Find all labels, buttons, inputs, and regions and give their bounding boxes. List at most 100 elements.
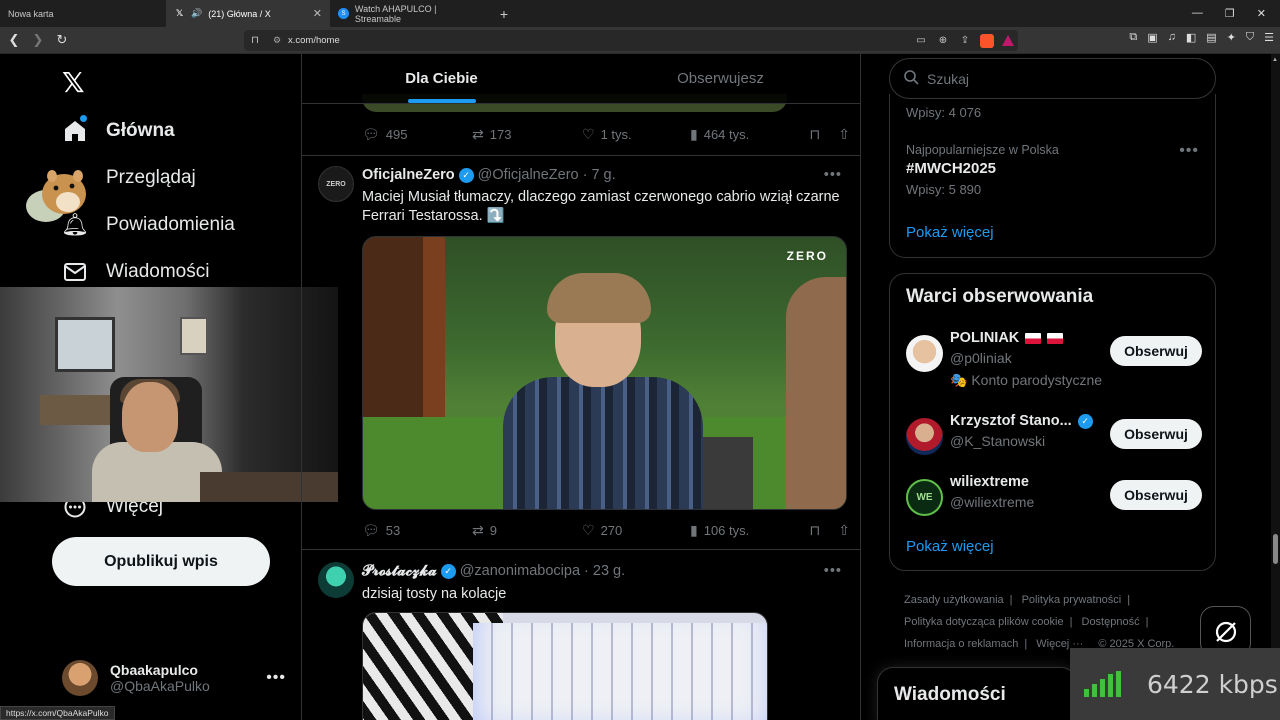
publish-post-button[interactable]: Opublikuj wpis <box>52 537 270 586</box>
user-handle[interactable]: @p0liniak <box>950 350 1012 366</box>
brave-rewards-icon[interactable] <box>1002 35 1014 46</box>
post-author-name[interactable]: OficjalneZero <box>362 167 455 183</box>
brave-shield-icon[interactable] <box>980 33 994 48</box>
scrollbar-thumb[interactable] <box>1273 534 1278 564</box>
bookmark-icon[interactable]: ⊓ <box>809 126 820 143</box>
sidebar-item-messages[interactable]: Wiadomości <box>62 259 209 285</box>
x-logo-icon[interactable]: 𝕏 <box>62 66 85 99</box>
follow-button[interactable]: Obserwuj <box>1110 480 1202 510</box>
speaker-icon[interactable]: 🔊 <box>191 8 202 19</box>
user-handle[interactable]: @wiliextreme <box>950 494 1034 510</box>
reload-icon[interactable]: ↻ <box>52 32 72 48</box>
reply-button[interactable]: 💬︎ 495 <box>362 126 472 143</box>
post[interactable]: 𝓟𝓻𝓸𝓼𝓽𝓪𝓬𝔃𝓴𝓪 ✓ @zanonimabocipa · 23 g. •••… <box>302 550 860 720</box>
avatar[interactable] <box>906 335 943 372</box>
reply-button[interactable]: 💬︎ 53 <box>362 522 472 539</box>
music-icon[interactable]: ♫ <box>1168 31 1176 44</box>
new-tab-button[interactable]: + <box>492 6 516 22</box>
forward-icon[interactable]: ❯ <box>28 32 48 48</box>
user-name[interactable]: wiliextreme <box>950 474 1029 490</box>
footer-link[interactable]: Dostępność <box>1082 616 1140 628</box>
sidebar-icon[interactable]: ◧ <box>1186 31 1196 44</box>
cast-icon[interactable]: ▭ <box>910 35 932 46</box>
more-dots-icon[interactable]: ••• <box>824 167 842 183</box>
wallet-icon[interactable]: ▤ <box>1206 31 1216 44</box>
more-dots-icon[interactable]: ••• <box>266 669 286 687</box>
restore-icon[interactable]: ❐ <box>1225 7 1235 20</box>
bookmark-icon[interactable]: ⊓ <box>244 35 266 46</box>
tab-x-home[interactable]: 𝕏 🔊 (21) Główna / X ✕ <box>166 0 330 27</box>
follow-suggestion[interactable]: Krzysztof Stano... ✓ @K_Stanowski Obserwu… <box>906 411 1202 461</box>
post-media-image[interactable] <box>362 612 768 720</box>
scroll-up-icon[interactable]: ▲ <box>1272 57 1278 63</box>
share-icon[interactable]: ⇧ <box>838 522 850 539</box>
close-window-icon[interactable]: ✕ <box>1257 7 1266 20</box>
share-icon[interactable]: ⇧ <box>838 126 850 143</box>
tab-for-you[interactable]: Dla Ciebie <box>302 54 581 103</box>
avatar[interactable] <box>906 418 943 455</box>
screenshot-icon[interactable]: ▣ <box>1147 31 1157 44</box>
search-icon <box>904 69 919 88</box>
vpn-icon[interactable]: ⛉ <box>1246 31 1254 44</box>
avatar[interactable]: ZERO <box>318 166 354 202</box>
back-icon[interactable]: ❮ <box>4 32 24 48</box>
post-author-name[interactable]: 𝓟𝓻𝓸𝓼𝓽𝓪𝓬𝔃𝓴𝓪 <box>362 563 437 579</box>
show-more-link[interactable]: Pokaż więcej <box>906 224 994 241</box>
post-media-video[interactable]: ZERO <box>362 236 847 510</box>
post-author-handle[interactable]: @zanonimabocipa <box>460 563 580 579</box>
views-button[interactable]: ▮ 106 tys. <box>690 522 800 539</box>
menu-icon[interactable]: ☰ <box>1264 31 1274 44</box>
footer-link[interactable]: Polityka prywatności <box>1022 594 1122 606</box>
post-author-handle[interactable]: @OficjalneZero <box>478 167 579 183</box>
reply-icon: 💬︎ <box>362 521 380 538</box>
tab-label: (21) Główna / X <box>208 8 271 19</box>
account-switcher[interactable]: Qbaakapulco @QbaAkaPulko ••• <box>62 656 286 700</box>
user-handle[interactable]: @K_Stanowski <box>950 433 1045 449</box>
show-more-link[interactable]: Pokaż więcej <box>906 538 994 555</box>
like-button[interactable]: ♡ 1 tys. <box>582 126 690 143</box>
user-name[interactable]: POLINIAK <box>950 330 1019 346</box>
tab-following[interactable]: Obserwujesz <box>581 54 860 103</box>
messages-drawer[interactable]: Wiadomości <box>877 667 1077 720</box>
post-time[interactable]: 23 g. <box>593 563 625 579</box>
follow-button[interactable]: Obserwuj <box>1110 419 1202 449</box>
close-tab-icon[interactable]: ✕ <box>313 7 322 20</box>
repost-button[interactable]: ⇄ 173 <box>472 126 582 143</box>
zoom-icon[interactable]: ⊕ <box>932 35 954 46</box>
sidebar-item-home[interactable]: Główna <box>62 115 175 144</box>
trend-context[interactable]: Najpopularniejsze w Polska <box>906 143 1059 157</box>
url-text[interactable]: x.com/home <box>288 35 910 46</box>
bookmark-icon[interactable]: ⊓ <box>809 522 820 539</box>
minimize-icon[interactable]: — <box>1192 7 1203 20</box>
avatar[interactable] <box>318 562 354 598</box>
footer-link[interactable]: Zasady użytkowania <box>904 594 1004 606</box>
footer-link[interactable]: Polityka dotycząca plików cookie <box>904 616 1064 628</box>
post[interactable]: ZERO OficjalneZero ✓ @OficjalneZero · 7 … <box>302 156 860 550</box>
post-time[interactable]: 7 g. <box>591 167 615 183</box>
search-input[interactable]: Szukaj <box>889 58 1216 99</box>
tab-new-tab[interactable]: Nowa karta <box>0 0 166 27</box>
footer-link[interactable]: Informacja o reklamach <box>904 638 1018 650</box>
trend-post-count: Wpisy: 5 890 <box>906 182 982 197</box>
address-bar[interactable]: ⊓ ⚙ x.com/home ▭ ⊕ ⇪ <box>244 30 1018 51</box>
extensions-icon[interactable]: ⧉ <box>1129 31 1137 44</box>
more-dots-icon[interactable]: ••• <box>1179 142 1199 160</box>
follow-suggestion[interactable]: WE wiliextreme @wiliextreme Obserwuj <box>906 472 1202 522</box>
like-button[interactable]: ♡ 270 <box>582 522 690 539</box>
tab-streamable[interactable]: S Watch AHAPULCO | Streamable <box>330 0 492 27</box>
page-scrollbar[interactable]: ▲ <box>1271 54 1280 720</box>
follow-suggestion[interactable]: POLINIAK @p0liniak 🎭 Konto parodystyczne… <box>906 328 1202 388</box>
more-dots-icon[interactable]: ••• <box>824 563 842 579</box>
leo-icon[interactable]: ✦ <box>1227 31 1236 44</box>
main-feed: Dla Ciebie Obserwujesz 💬︎ 495 ⇄ 173 ♡ 1 tys… <box>301 54 861 720</box>
trend-name[interactable]: #MWCH2025 <box>906 160 996 177</box>
site-info-icon[interactable]: ⚙ <box>266 35 288 46</box>
views-button[interactable]: ▮ 464 tys. <box>690 126 800 143</box>
feed-tabs: Dla Ciebie Obserwujesz <box>302 54 860 104</box>
share-icon[interactable]: ⇪ <box>954 35 976 46</box>
avatar[interactable]: WE <box>906 479 943 516</box>
repost-button[interactable]: ⇄ 9 <box>472 522 582 539</box>
follow-button[interactable]: Obserwuj <box>1110 336 1202 366</box>
who-to-follow-panel: Warci obserwowania POLINIAK @p0liniak 🎭 … <box>889 273 1216 571</box>
user-name[interactable]: Krzysztof Stano... <box>950 413 1072 429</box>
